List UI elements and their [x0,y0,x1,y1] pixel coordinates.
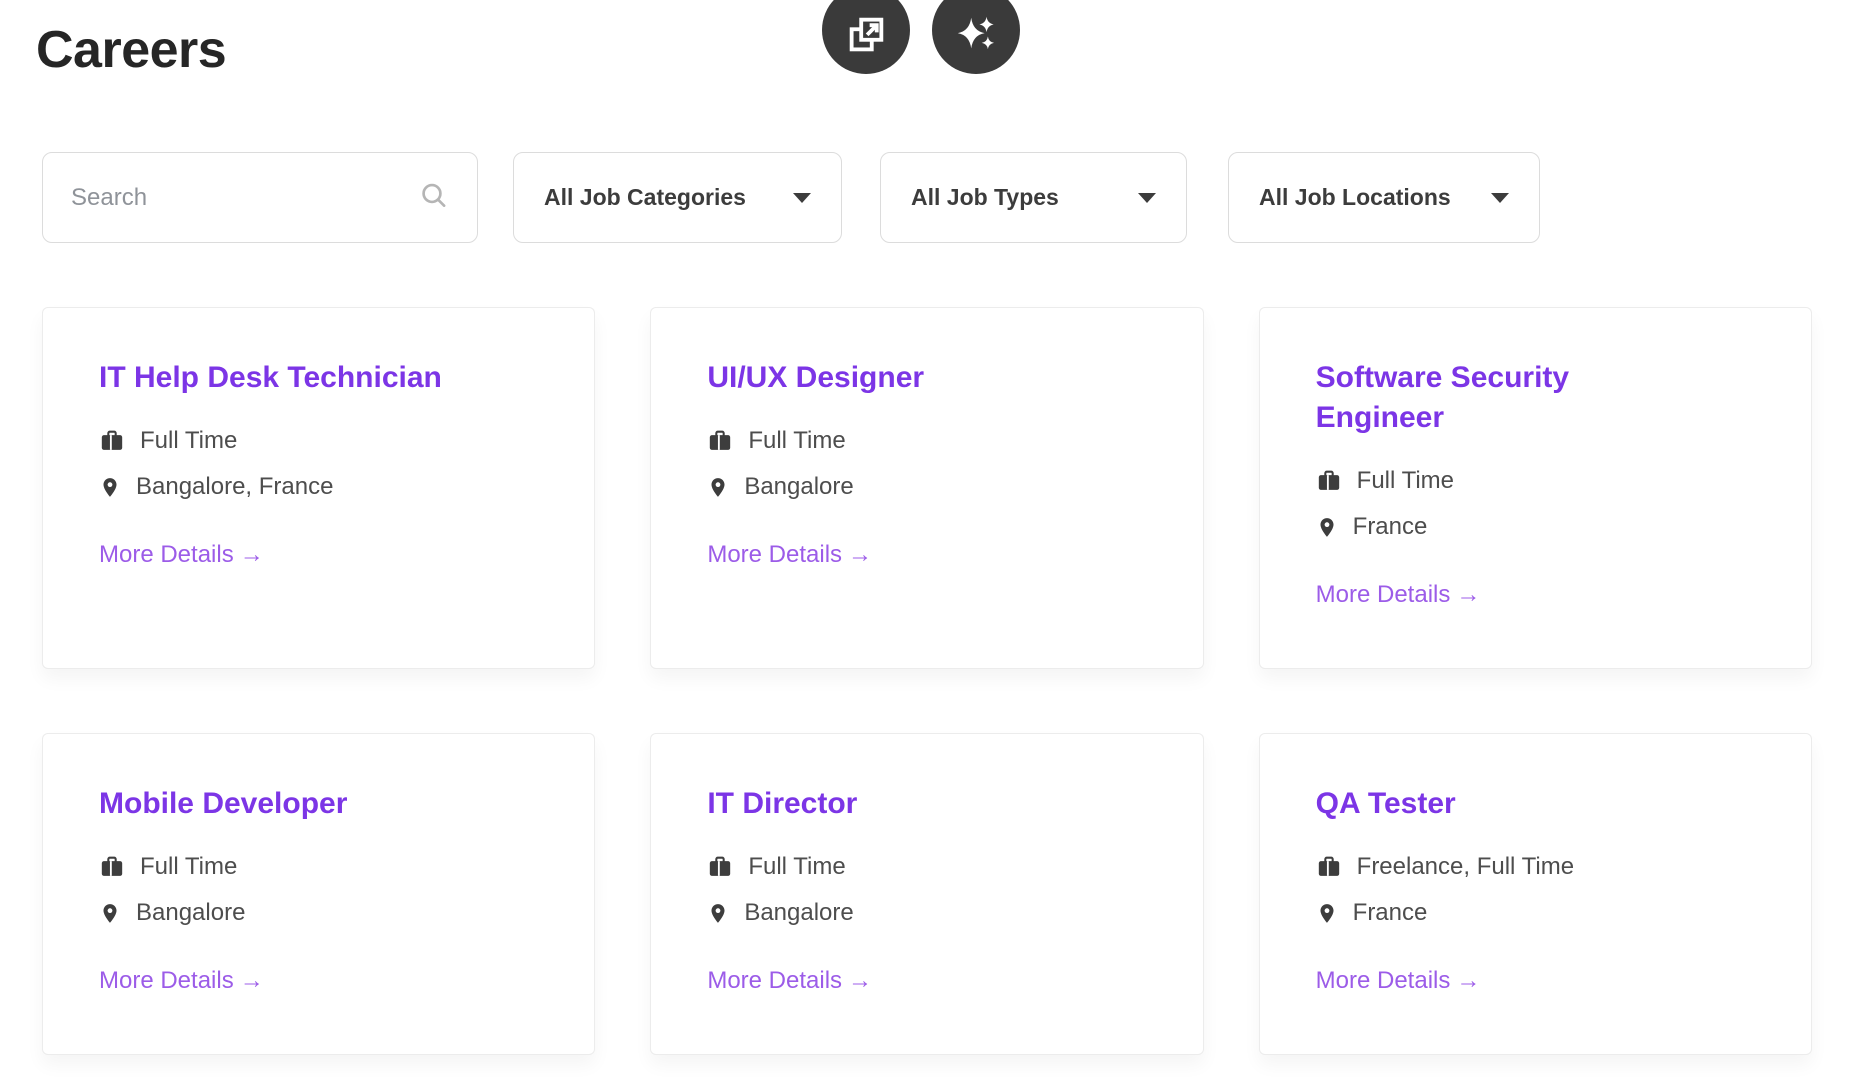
more-details-link[interactable]: More Details→ [99,966,264,996]
briefcase-icon [99,428,125,454]
job-location-value: France [1353,512,1428,542]
job-location-value: Bangalore [744,472,853,502]
more-details-label: More Details [99,967,234,994]
job-card: IT Director Full Time [650,733,1203,1055]
job-type-row: Full Time [1316,466,1755,496]
location-pin-icon [99,900,121,927]
job-type-row: Full Time [99,852,538,882]
job-location-row: Bangalore, France [99,472,538,502]
job-title-link[interactable]: UI/UX Designer [707,358,1097,398]
caret-down-icon [793,193,811,203]
search-icon [418,179,450,216]
job-meta: Full Time Bangalore [707,852,1146,928]
job-title-link[interactable]: Mobile Developer [99,784,489,824]
briefcase-icon [1316,854,1342,880]
floating-action-buttons [822,0,1020,74]
caret-down-icon [1491,193,1509,203]
open-external-button[interactable] [822,0,910,74]
job-type-value: Full Time [140,426,237,456]
job-type-value: Freelance, Full Time [1357,852,1574,882]
job-location-row: Bangalore [99,898,538,928]
job-locations-dropdown-label: All Job Locations [1259,184,1451,211]
more-details-label: More Details [707,967,842,994]
job-type-row: Full Time [99,426,538,456]
location-pin-icon [1316,514,1338,541]
more-details-link[interactable]: More Details→ [1316,580,1481,610]
job-card: UI/UX Designer Full Time [650,307,1203,669]
job-location-row: Bangalore [707,898,1146,928]
arrow-right-icon: → [240,967,264,994]
location-pin-icon [1316,900,1338,927]
job-type-value: Full Time [748,852,845,882]
job-title-link[interactable]: Software Security Engineer [1316,358,1706,438]
job-card: Software Security Engineer Full Time [1259,307,1812,669]
job-grid: IT Help Desk Technician Full Time [42,307,1812,1055]
job-meta: Full Time France [1316,466,1755,542]
more-details-label: More Details [707,541,842,568]
job-types-dropdown-label: All Job Types [911,184,1059,211]
search-field [42,152,478,243]
job-location-row: France [1316,512,1755,542]
job-meta: Full Time Bangalore [707,426,1146,502]
more-details-link[interactable]: More Details→ [707,540,872,570]
job-types-dropdown[interactable]: All Job Types [880,152,1187,243]
job-type-value: Full Time [748,426,845,456]
more-details-link[interactable]: More Details→ [707,966,872,996]
job-title-link[interactable]: IT Help Desk Technician [99,358,489,398]
job-type-row: Full Time [707,852,1146,882]
job-type-value: Full Time [1357,466,1454,496]
briefcase-icon [707,854,733,880]
job-location-value: Bangalore [744,898,853,928]
page-title: Careers [36,20,226,80]
job-location-row: Bangalore [707,472,1146,502]
job-card: Mobile Developer Full Time [42,733,595,1055]
arrow-right-icon: → [848,967,872,994]
job-categories-dropdown[interactable]: All Job Categories [513,152,842,243]
job-categories-dropdown-label: All Job Categories [544,184,746,211]
job-locations-dropdown[interactable]: All Job Locations [1228,152,1540,243]
job-type-row: Full Time [707,426,1146,456]
job-meta: Full Time Bangalore, France [99,426,538,502]
location-pin-icon [707,900,729,927]
more-details-link[interactable]: More Details→ [99,540,264,570]
sparkles-icon [953,12,999,58]
arrow-right-icon: → [848,541,872,568]
job-location-value: Bangalore [136,898,245,928]
more-details-label: More Details [99,541,234,568]
job-location-value: France [1353,898,1428,928]
job-card: QA Tester Freelance, Full Time [1259,733,1812,1055]
job-card: IT Help Desk Technician Full Time [42,307,595,669]
more-details-label: More Details [1316,581,1451,608]
more-details-label: More Details [1316,967,1451,994]
briefcase-icon [99,854,125,880]
job-location-value: Bangalore, France [136,472,333,502]
more-details-link[interactable]: More Details→ [1316,966,1481,996]
arrow-right-icon: → [1456,967,1480,994]
search-input[interactable] [42,152,478,243]
briefcase-icon [707,428,733,454]
sparkles-button[interactable] [932,0,1020,74]
location-pin-icon [99,474,121,501]
job-title-link[interactable]: QA Tester [1316,784,1706,824]
job-meta: Full Time Bangalore [99,852,538,928]
job-meta: Freelance, Full Time France [1316,852,1755,928]
job-location-row: France [1316,898,1755,928]
arrow-right-icon: → [1456,581,1480,608]
open-external-icon [843,12,889,58]
job-type-row: Freelance, Full Time [1316,852,1755,882]
arrow-right-icon: → [240,541,264,568]
job-type-value: Full Time [140,852,237,882]
location-pin-icon [707,474,729,501]
caret-down-icon [1138,193,1156,203]
job-title-link[interactable]: IT Director [707,784,1097,824]
briefcase-icon [1316,468,1342,494]
